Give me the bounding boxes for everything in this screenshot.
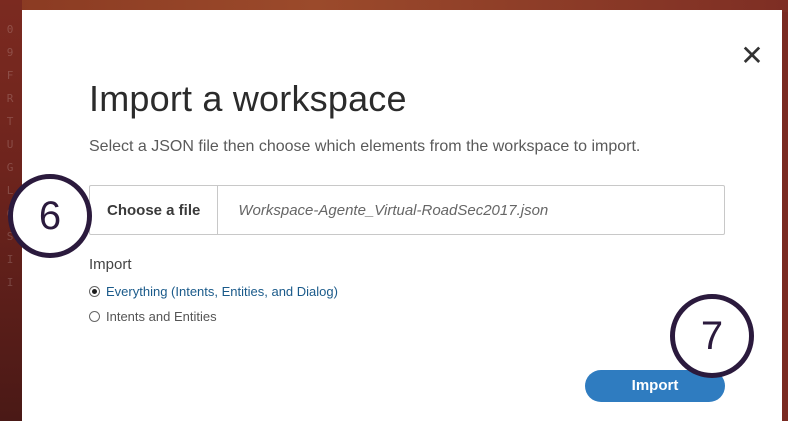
edge-letter: 0 xyxy=(6,23,14,36)
dialog-title: Import a workspace xyxy=(89,78,407,119)
background-edge-letters: 0 9 F R T U G L O S I I xyxy=(2,18,18,294)
selected-file-name: Workspace-Agente_Virtual-RoadSec2017.jso… xyxy=(238,201,549,219)
import-workspace-dialog: ✕ Import a workspace Select a JSON file … xyxy=(22,10,782,421)
step-annotation-7: 7 xyxy=(670,294,754,378)
step-annotation-6: 6 xyxy=(8,174,92,258)
edge-letter: G xyxy=(6,161,14,174)
edge-letter: U xyxy=(6,138,14,151)
choose-file-button[interactable]: Choose a file xyxy=(90,186,219,234)
import-options-label: Import xyxy=(89,256,132,273)
edge-letter: I xyxy=(6,276,14,289)
radio-option-everything[interactable]: Everything (Intents, Entities, and Dialo… xyxy=(89,284,338,299)
radio-checked-icon[interactable] xyxy=(89,286,100,297)
radio-option-label: Everything (Intents, Entities, and Dialo… xyxy=(106,284,338,299)
edge-letter: 9 xyxy=(6,46,14,59)
edge-letter: F xyxy=(6,69,14,82)
dialog-subtitle: Select a JSON file then choose which ele… xyxy=(89,138,641,155)
radio-option-label: Intents and Entities xyxy=(106,309,217,324)
close-icon[interactable]: ✕ xyxy=(737,41,767,71)
edge-letter: R xyxy=(6,92,14,105)
file-picker: Choose a file Workspace-Agente_Virtual-R… xyxy=(89,185,725,235)
edge-letter: I xyxy=(6,253,14,266)
edge-letter: T xyxy=(6,115,14,128)
radio-option-intents-entities[interactable]: Intents and Entities xyxy=(89,309,217,324)
radio-unchecked-icon[interactable] xyxy=(89,311,100,322)
